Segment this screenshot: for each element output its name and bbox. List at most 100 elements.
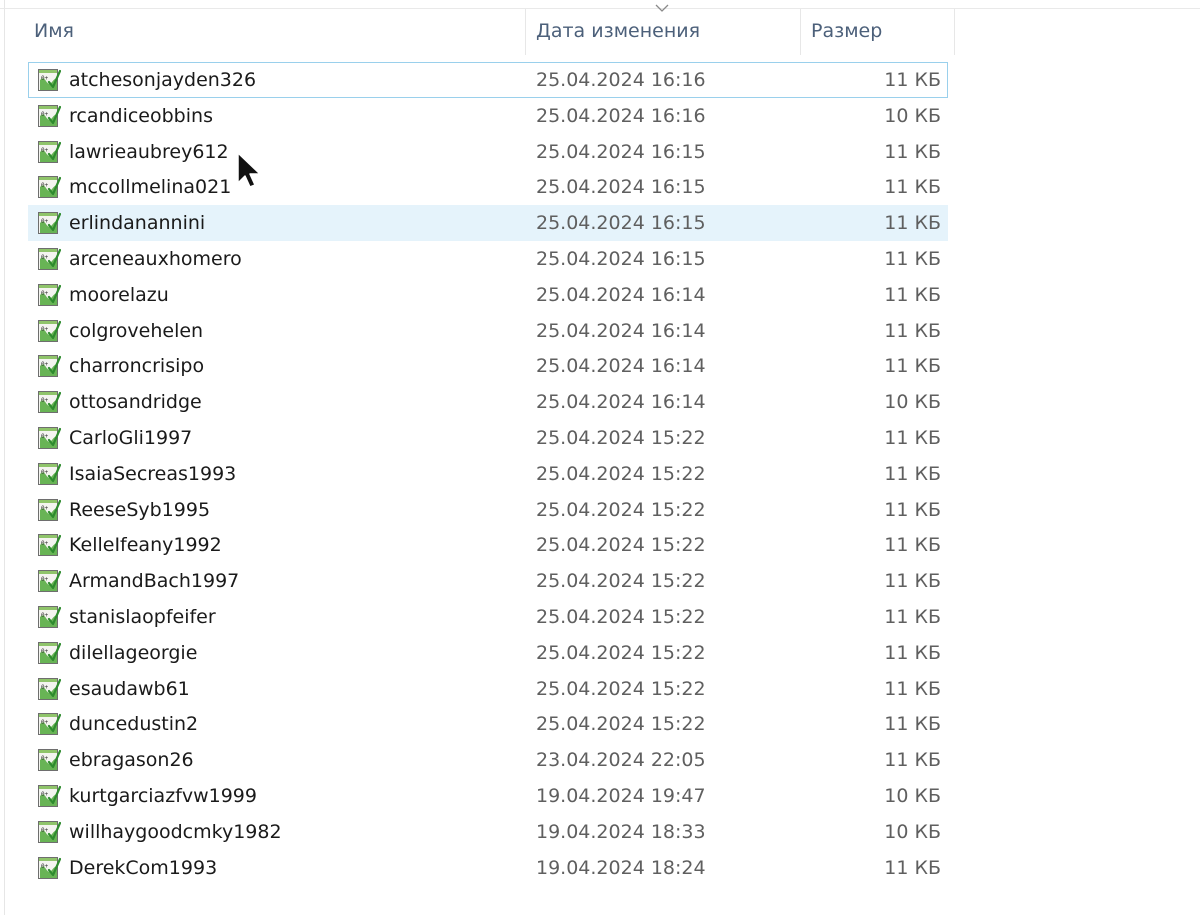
file-size: 11 КБ <box>884 749 941 772</box>
file-row[interactable]: 0+ esaudawb61 25.04.2024 15:22 11 КБ <box>28 671 948 707</box>
file-date-modified: 25.04.2024 16:15 <box>536 176 706 199</box>
file-row[interactable]: 0+ duncedustin2 25.04.2024 15:22 11 КБ <box>28 706 948 742</box>
file-date-modified: 25.04.2024 16:16 <box>536 69 706 91</box>
file-row[interactable]: 0+ charroncrisipo 25.04.2024 16:14 11 КБ <box>28 348 948 384</box>
file-name: ebragason26 <box>69 749 194 772</box>
file-row[interactable]: 0+ colgrovehelen 25.04.2024 16:14 11 КБ <box>28 313 948 349</box>
file-row[interactable]: 0+ rcandiceobbins 25.04.2024 16:16 10 КБ <box>28 98 948 134</box>
svg-text:0+: 0+ <box>41 684 49 691</box>
file-name: IsaiaSecreas1993 <box>69 462 237 485</box>
file-name: moorelazu <box>69 283 169 306</box>
file-row[interactable]: 0+ KelleIfeany1992 25.04.2024 15:22 11 КБ <box>28 527 948 563</box>
svg-text:0+: 0+ <box>41 505 49 512</box>
file-name: colgrovehelen <box>69 319 204 342</box>
pane-edge <box>4 0 5 915</box>
file-row[interactable]: 0+ erlindanannini 25.04.2024 16:15 11 КБ <box>28 205 948 241</box>
svg-text:0+: 0+ <box>41 791 49 798</box>
file-name: ArmandBach1997 <box>69 570 240 593</box>
svg-text:0+: 0+ <box>41 648 49 655</box>
svg-text:0+: 0+ <box>41 290 49 297</box>
file-date-modified: 25.04.2024 15:22 <box>536 713 706 736</box>
file-name: willhaygoodcmky1982 <box>69 820 282 843</box>
column-header-size[interactable]: Размер <box>801 9 955 55</box>
file-size: 10 КБ <box>884 104 941 127</box>
file-date-modified: 25.04.2024 15:22 <box>536 534 706 557</box>
file-row[interactable]: 0+ CarloGli1997 25.04.2024 15:22 11 КБ <box>28 420 948 456</box>
file-size: 11 КБ <box>884 641 941 664</box>
file-row[interactable]: 0+ ReeseSyb1995 25.04.2024 15:22 11 КБ <box>28 492 948 528</box>
text-document-icon: 0+ <box>37 283 62 307</box>
file-row[interactable]: 0+ arceneauxhomero 25.04.2024 16:15 11 КБ <box>28 241 948 277</box>
file-row[interactable]: 0+ ebragason26 23.04.2024 22:05 11 КБ <box>28 742 948 778</box>
file-row[interactable]: 0+ kurtgarciazfvw1999 19.04.2024 19:47 10 К… <box>28 778 948 814</box>
file-date-modified: 25.04.2024 16:15 <box>536 247 706 270</box>
text-document-icon: 0+ <box>37 140 62 164</box>
file-size: 11 КБ <box>884 856 941 879</box>
file-row[interactable]: 0+ IsaiaSecreas1993 25.04.2024 15:22 11 КБ <box>28 456 948 492</box>
file-row[interactable]: 0+ ottosandridge 25.04.2024 16:14 10 КБ <box>28 384 948 420</box>
file-date-modified: 19.04.2024 18:24 <box>536 856 706 879</box>
text-document-icon: 0+ <box>37 856 62 880</box>
file-row[interactable]: 0+ DerekCom1993 19.04.2024 18:24 11 КБ <box>28 850 948 886</box>
file-size: 11 КБ <box>884 498 941 521</box>
file-size: 11 КБ <box>884 212 941 235</box>
svg-text:0+: 0+ <box>41 540 49 547</box>
text-document-icon: 0+ <box>37 605 62 629</box>
file-name: kurtgarciazfvw1999 <box>69 784 257 807</box>
svg-text:0+: 0+ <box>41 433 49 440</box>
file-name: KelleIfeany1992 <box>69 534 222 557</box>
file-size: 11 КБ <box>884 713 941 736</box>
file-name: CarloGli1997 <box>69 426 193 449</box>
file-row[interactable]: 0+ atchesonjayden326 25.04.2024 16:16 11 КБ <box>28 62 948 98</box>
file-row[interactable]: 0+ dilellageorgie 25.04.2024 15:22 11 КБ <box>28 635 948 671</box>
file-date-modified: 25.04.2024 15:22 <box>536 641 706 664</box>
file-row[interactable]: 0+ stanislaopfeifer 25.04.2024 15:22 11 КБ <box>28 599 948 635</box>
file-date-modified: 25.04.2024 16:14 <box>536 355 706 378</box>
column-header-name[interactable]: Имя <box>24 9 526 55</box>
text-document-icon: 0+ <box>37 68 62 92</box>
file-row[interactable]: 0+ lawrieaubrey612 25.04.2024 16:15 11 КБ <box>28 134 948 170</box>
file-name: arceneauxhomero <box>69 247 242 270</box>
file-name: esaudawb61 <box>69 677 190 700</box>
file-row[interactable]: 0+ ArmandBach1997 25.04.2024 15:22 11 КБ <box>28 563 948 599</box>
file-size: 11 КБ <box>884 69 941 91</box>
file-date-modified: 25.04.2024 16:14 <box>536 283 706 306</box>
file-date-modified: 23.04.2024 22:05 <box>536 749 706 772</box>
file-size: 11 КБ <box>884 247 941 270</box>
svg-text:0+: 0+ <box>41 576 49 583</box>
text-document-icon: 0+ <box>37 104 62 128</box>
file-row[interactable]: 0+ moorelazu 25.04.2024 16:14 11 КБ <box>28 277 948 313</box>
svg-text:0+: 0+ <box>41 361 49 368</box>
file-date-modified: 25.04.2024 15:22 <box>536 570 706 593</box>
file-size: 11 КБ <box>884 605 941 628</box>
file-date-modified: 25.04.2024 16:14 <box>536 391 706 414</box>
file-name: charroncrisipo <box>69 355 205 378</box>
file-name: ottosandridge <box>69 391 202 414</box>
svg-text:0+: 0+ <box>41 326 49 333</box>
file-name: erlindanannini <box>69 212 206 235</box>
file-name: atchesonjayden326 <box>69 69 257 91</box>
file-date-modified: 25.04.2024 15:22 <box>536 426 706 449</box>
file-size: 11 КБ <box>884 426 941 449</box>
text-document-icon: 0+ <box>37 498 62 522</box>
text-document-icon: 0+ <box>37 533 62 557</box>
text-document-icon: 0+ <box>37 175 62 199</box>
file-size: 11 КБ <box>884 355 941 378</box>
text-document-icon: 0+ <box>37 211 62 235</box>
svg-text:0+: 0+ <box>41 827 49 834</box>
file-name: lawrieaubrey612 <box>69 140 229 163</box>
file-date-modified: 25.04.2024 16:15 <box>536 212 706 235</box>
file-size: 10 КБ <box>884 391 941 414</box>
text-document-icon: 0+ <box>37 820 62 844</box>
svg-text:0+: 0+ <box>41 755 49 762</box>
file-size: 11 КБ <box>884 570 941 593</box>
file-size: 11 КБ <box>884 176 941 199</box>
file-name: dilellageorgie <box>69 641 198 664</box>
column-header-date-modified[interactable]: Дата изменения <box>526 9 801 55</box>
svg-text:0+: 0+ <box>41 75 49 82</box>
file-row[interactable]: 0+ willhaygoodcmky1982 19.04.2024 18:33 10 … <box>28 814 948 850</box>
file-row[interactable]: 0+ mccollmelina021 25.04.2024 16:15 11 КБ <box>28 169 948 205</box>
file-size: 11 КБ <box>884 462 941 485</box>
svg-text:0+: 0+ <box>41 111 49 118</box>
file-date-modified: 25.04.2024 15:22 <box>536 498 706 521</box>
